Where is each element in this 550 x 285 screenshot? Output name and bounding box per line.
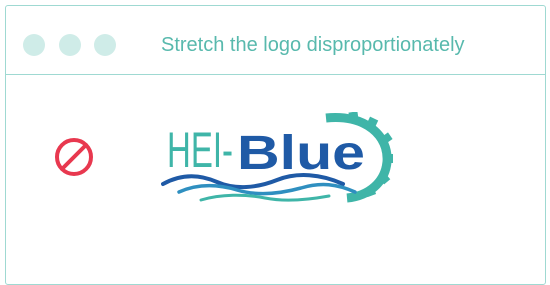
card-content: HEI- Blue	[6, 75, 545, 275]
window-dot-2	[59, 34, 81, 56]
card-header: Stretch the logo disproportionately	[6, 6, 545, 75]
card-title: Stretch the logo disproportionately	[161, 34, 465, 56]
logo-text-blue: Blue	[237, 127, 365, 180]
hei-blue-logo: HEI- Blue	[161, 112, 393, 203]
logo-text-hei: HEI-	[167, 122, 233, 178]
prohibited-icon	[55, 138, 93, 176]
window-dot-3	[94, 34, 116, 56]
guideline-card: Stretch the logo disproportionately HEI-	[5, 5, 546, 285]
window-dot-1	[23, 34, 45, 56]
